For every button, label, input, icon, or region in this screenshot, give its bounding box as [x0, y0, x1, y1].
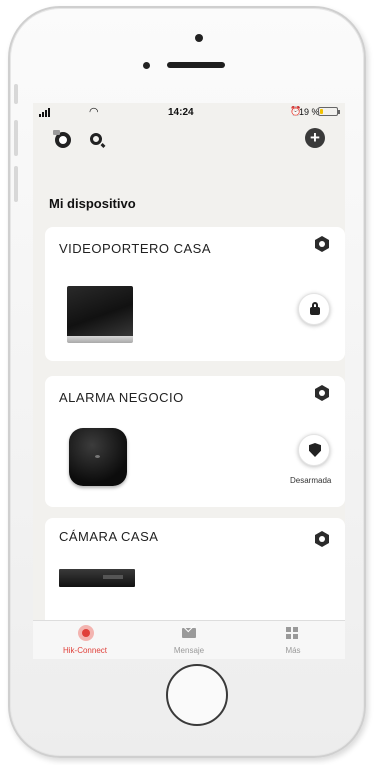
battery-percentage: 19 %	[299, 107, 320, 117]
mute-switch	[14, 84, 18, 104]
hik-connect-logo-icon[interactable]	[53, 130, 71, 148]
lock-icon	[310, 302, 320, 315]
alarm-hub-image	[69, 428, 127, 486]
add-device-button[interactable]: +	[305, 128, 325, 148]
device-card-alarma[interactable]: ALARMA NEGOCIO Desarmada	[45, 376, 345, 507]
search-icon[interactable]	[90, 133, 102, 145]
tab-label: Mensaje	[173, 646, 205, 655]
volume-down-button	[14, 166, 18, 202]
battery-icon	[318, 107, 338, 116]
unlock-button[interactable]	[298, 293, 330, 325]
status-time: 14:24	[168, 107, 194, 118]
app-screen: ◠ 14:24 ⏰ 19 % + Mi dispositivo VIDEOPOR…	[33, 103, 345, 659]
video-intercom-image	[67, 286, 133, 343]
grid-icon	[286, 627, 298, 639]
settings-hex-icon[interactable]	[315, 236, 329, 252]
battery-cap	[338, 110, 340, 114]
tab-hik-connect[interactable]: Hik-Connect	[33, 621, 137, 659]
front-camera	[195, 34, 203, 42]
tab-label: Hik-Connect	[62, 646, 107, 655]
device-name: VIDEOPORTERO CASA	[59, 241, 212, 256]
tab-label: Más	[285, 646, 301, 655]
wifi-icon: ◠	[89, 106, 99, 118]
recorder-image	[59, 569, 135, 587]
home-button[interactable]	[166, 664, 228, 726]
mail-icon	[182, 628, 196, 638]
earpiece-speaker	[167, 62, 225, 68]
signal-icon	[39, 108, 50, 117]
alarm-status: Desarmada	[290, 476, 332, 485]
hik-connect-icon	[78, 625, 94, 641]
device-name: CÁMARA CASA	[59, 529, 159, 544]
tab-mas[interactable]: Más	[241, 621, 345, 659]
tab-bar: Hik-Connect Mensaje Más	[33, 620, 345, 659]
device-card-camara[interactable]: CÁMARA CASA	[45, 518, 345, 628]
status-bar: ◠ 14:24 ⏰ 19 %	[33, 103, 345, 123]
device-card-videoportero[interactable]: VIDEOPORTERO CASA	[45, 227, 345, 361]
settings-hex-icon[interactable]	[315, 531, 329, 547]
settings-hex-icon[interactable]	[315, 385, 329, 401]
tab-mensaje[interactable]: Mensaje	[137, 621, 241, 659]
device-name: ALARMA NEGOCIO	[59, 390, 184, 405]
volume-up-button	[14, 120, 18, 156]
shield-icon	[309, 443, 321, 457]
proximity-sensor	[143, 62, 150, 69]
section-title: Mi dispositivo	[49, 196, 136, 211]
arm-disarm-button[interactable]	[298, 434, 330, 466]
